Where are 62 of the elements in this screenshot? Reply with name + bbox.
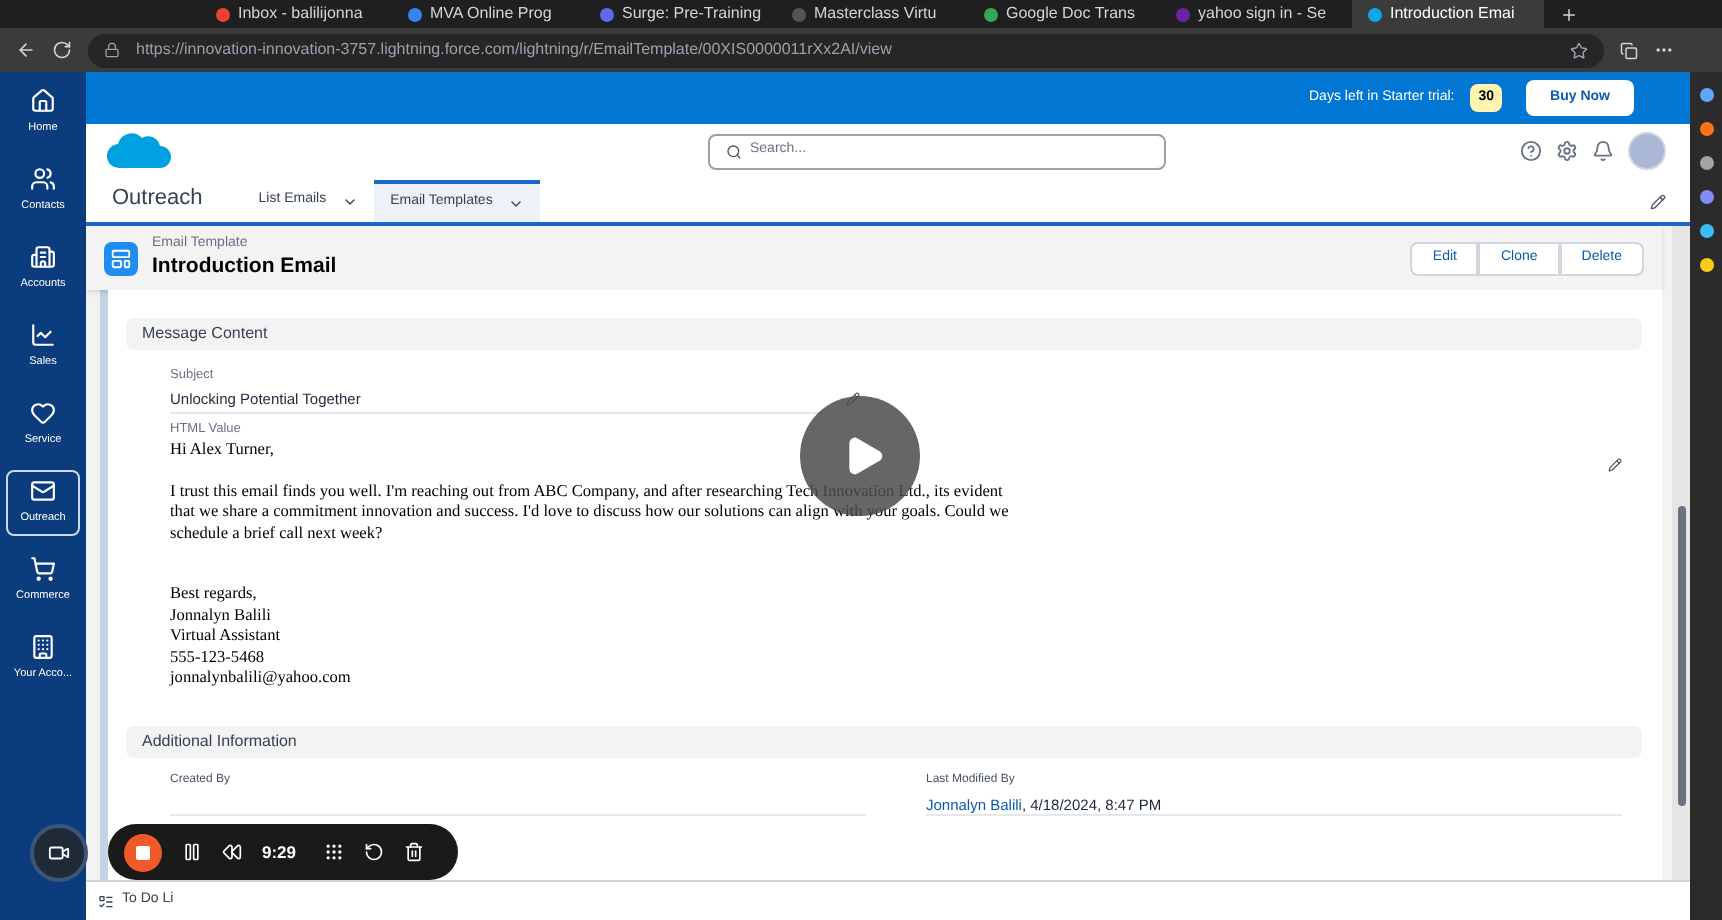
delete-icon[interactable] xyxy=(404,842,425,862)
new-tab-icon[interactable] xyxy=(1560,5,1578,23)
address-bar[interactable]: https://innovation-innovation-3757.lightning.force.com/lightning/r/EmailTemplate/00XIS0000011rXx2AI/view xyxy=(88,33,1604,67)
browser-tab[interactable]: Google Doc Trans xyxy=(968,0,1160,28)
nav-icon xyxy=(30,478,56,505)
collections-icon[interactable] xyxy=(1620,41,1638,59)
tab-favicon-icon xyxy=(984,7,998,21)
nav-icon xyxy=(30,634,56,661)
template-icon xyxy=(104,241,138,275)
recording-time: 9:29 xyxy=(262,839,297,865)
nav-icon xyxy=(30,556,56,583)
email-greeting: Hi Alex Turner, xyxy=(170,440,276,462)
section-header: Additional Information xyxy=(126,725,1642,758)
signature-line: Virtual Assistant xyxy=(170,626,283,648)
sidebar-app-icon[interactable] xyxy=(1699,156,1713,170)
record-title: Introduction Email xyxy=(152,253,337,280)
sidebar-app-icon[interactable] xyxy=(1699,224,1713,238)
signature-line: Best regards, xyxy=(170,584,259,606)
stop-button[interactable] xyxy=(124,833,162,871)
sidebar-app-icon[interactable] xyxy=(1699,190,1713,204)
edit-html-icon[interactable] xyxy=(1608,457,1622,472)
signature-line: 555-123-5468 xyxy=(170,647,267,669)
tab-favicon-icon xyxy=(792,7,806,21)
sidebar-app-icon[interactable] xyxy=(1699,88,1713,102)
sidebar-app-icon[interactable] xyxy=(1699,258,1713,272)
browser-tab[interactable]: Inbox - balilijonna xyxy=(200,0,392,28)
nav-icon xyxy=(30,322,56,349)
app-name: Outreach xyxy=(112,183,203,213)
sidebar-app-icon[interactable] xyxy=(1699,122,1713,136)
nav-icon xyxy=(30,166,56,193)
url-text: https://innovation-innovation-3757.lightning.force.com/lightning/r/EmailTemplate/00XIS0000011rXx2AI/view xyxy=(136,38,892,62)
rewind-icon[interactable] xyxy=(222,842,242,862)
tab-favicon-icon xyxy=(600,7,614,21)
reload-icon[interactable] xyxy=(52,40,72,60)
tab-favicon-icon xyxy=(1368,7,1382,21)
notifications-icon[interactable] xyxy=(1592,140,1614,162)
search-icon xyxy=(726,143,742,159)
browser-tab[interactable]: Introduction Emai xyxy=(1352,0,1544,28)
nav-icon xyxy=(30,88,56,115)
nav-icon xyxy=(30,400,56,427)
browser-tab[interactable]: Surge: Pre-Training xyxy=(584,0,776,28)
pause-icon[interactable] xyxy=(182,842,202,862)
tab-favicon-icon xyxy=(1176,7,1190,21)
settings-icon[interactable] xyxy=(1556,140,1578,162)
signature-line: Jonnalyn Balili xyxy=(170,605,273,627)
list-icon xyxy=(98,893,114,909)
browser-tab[interactable]: MVA Online Prog xyxy=(392,0,584,28)
back-icon[interactable] xyxy=(16,40,36,60)
grid-icon[interactable] xyxy=(324,842,345,862)
section-header: Message Content xyxy=(126,318,1642,350)
favorite-icon[interactable] xyxy=(1570,41,1588,59)
nav-icon xyxy=(30,244,56,271)
tab-favicon-icon xyxy=(216,7,230,21)
help-icon[interactable] xyxy=(1520,140,1542,162)
edit-nav-icon[interactable] xyxy=(1650,194,1666,210)
restart-icon[interactable] xyxy=(364,842,385,862)
browser-tab[interactable]: yahoo sign in - Se xyxy=(1160,0,1352,28)
browser-tab[interactable]: Masterclass Virtu xyxy=(776,0,968,28)
tab-favicon-icon xyxy=(408,7,422,21)
signature-line: jonnalynbalili@yahoo.com xyxy=(170,668,353,690)
lock-icon xyxy=(104,42,120,58)
camera-icon xyxy=(48,842,70,864)
